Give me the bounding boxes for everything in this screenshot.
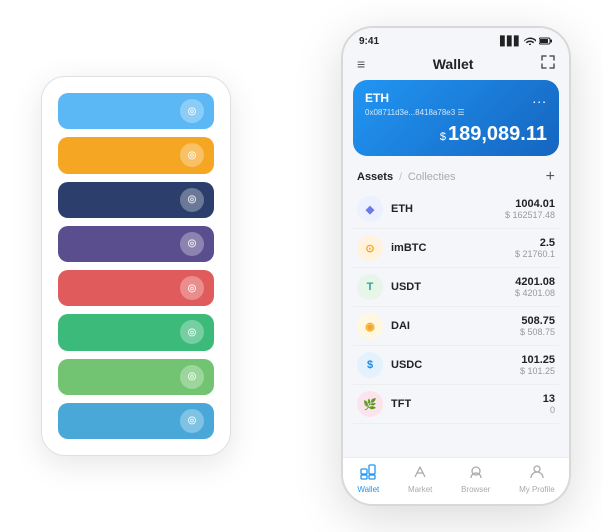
asset-icon-usdc: $ [357, 352, 383, 378]
signal-icon: ▋▋▋ [500, 36, 521, 47]
nav-label-market: Market [408, 485, 432, 494]
tab-assets[interactable]: Assets [357, 171, 393, 183]
back-card-card-red: ◎ [58, 270, 214, 306]
asset-amount: 4201.08 [515, 276, 555, 288]
card-icon: ◎ [180, 276, 204, 300]
back-card-card-green: ◎ [58, 314, 214, 350]
asset-item-eth[interactable]: ◆ ETH1004.01$ 162517.48 [353, 190, 559, 229]
scene: ◎ ◎ ◎ ◎ ◎ ◎ ◎ ◎ 9:41 ▋▋▋ ≡ Wallet [21, 21, 581, 511]
nav-icon-profile [529, 464, 545, 483]
nav-icon-wallet [360, 464, 376, 483]
card-icon: ◎ [180, 409, 204, 433]
asset-item-usdt[interactable]: T USDT4201.08$ 4201.08 [353, 268, 559, 307]
bottom-nav: Wallet Market Browser My Profile [343, 457, 569, 504]
nav-item-browser[interactable]: Browser [461, 464, 490, 494]
eth-card-menu[interactable]: ... [532, 90, 547, 106]
asset-usd: $ 162517.48 [505, 210, 555, 220]
back-phone: ◎ ◎ ◎ ◎ ◎ ◎ ◎ ◎ [41, 76, 231, 456]
back-card-card-orange: ◎ [58, 137, 214, 173]
asset-name-usdc: USDC [391, 359, 520, 371]
asset-list: ◆ ETH1004.01$ 162517.48 ⊙ imBTC2.5$ 21760.1… [343, 190, 569, 457]
eth-card-label: ETH [365, 91, 389, 105]
back-card-card-purple: ◎ [58, 226, 214, 262]
card-icon: ◎ [180, 365, 204, 389]
status-time: 9:41 [359, 36, 379, 47]
asset-usd: $ 101.25 [520, 366, 555, 376]
asset-usd: $ 4201.08 [515, 288, 555, 298]
nav-icon-market [412, 464, 428, 483]
nav-icon-browser [468, 464, 484, 483]
asset-icon-tft: 🌿 [357, 391, 383, 417]
card-icon: ◎ [180, 188, 204, 212]
asset-name-usdt: USDT [391, 281, 515, 293]
asset-icon-eth: ◆ [357, 196, 383, 222]
expand-icon[interactable] [541, 55, 555, 72]
asset-icon-dai: ◉ [357, 313, 383, 339]
asset-name-imbtc: imBTC [391, 242, 515, 254]
card-icon: ◎ [180, 143, 204, 167]
eth-card: ETH ... 0x08711d3e...8418a78e3 ☰ $189,08… [353, 80, 559, 156]
asset-item-dai[interactable]: ◉ DAI508.75$ 508.75 [353, 307, 559, 346]
status-icons: ▋▋▋ [500, 36, 553, 47]
asset-name-dai: DAI [391, 320, 520, 332]
card-icon: ◎ [180, 320, 204, 344]
assets-header: Assets / Collecties + [343, 164, 569, 190]
asset-item-tft[interactable]: 🌿 TFT130 [353, 385, 559, 424]
back-card-card-blue: ◎ [58, 93, 214, 129]
nav-item-market[interactable]: Market [408, 464, 432, 494]
asset-amount: 101.25 [520, 354, 555, 366]
asset-values-usdt: 4201.08$ 4201.08 [515, 276, 555, 298]
nav-label-profile: My Profile [519, 485, 555, 494]
add-asset-button[interactable]: + [546, 168, 555, 186]
eth-card-address: 0x08711d3e...8418a78e3 ☰ [365, 108, 547, 117]
asset-icon-imbtc: ⊙ [357, 235, 383, 261]
asset-item-usdc[interactable]: $ USDC101.25$ 101.25 [353, 346, 559, 385]
nav-label-wallet: Wallet [357, 485, 379, 494]
wifi-icon [524, 36, 536, 47]
status-bar: 9:41 ▋▋▋ [343, 28, 569, 51]
phone-header: ≡ Wallet [343, 51, 569, 80]
assets-tabs: Assets / Collecties [357, 171, 456, 183]
asset-icon-usdt: T [357, 274, 383, 300]
asset-amount: 13 [543, 393, 555, 405]
asset-amount: 2.5 [515, 237, 555, 249]
tab-collecties[interactable]: Collecties [408, 171, 456, 183]
asset-name-eth: ETH [391, 203, 505, 215]
card-icon: ◎ [180, 232, 204, 256]
asset-usd: $ 21760.1 [515, 249, 555, 259]
back-card-card-sky: ◎ [58, 403, 214, 439]
nav-item-profile[interactable]: My Profile [519, 464, 555, 494]
asset-values-tft: 130 [543, 393, 555, 415]
nav-label-browser: Browser [461, 485, 490, 494]
asset-item-imbtc[interactable]: ⊙ imBTC2.5$ 21760.1 [353, 229, 559, 268]
asset-amount: 1004.01 [505, 198, 555, 210]
menu-icon[interactable]: ≡ [357, 56, 365, 72]
back-card-card-dark: ◎ [58, 182, 214, 218]
asset-values-usdc: 101.25$ 101.25 [520, 354, 555, 376]
eth-card-amount: $189,089.11 [365, 123, 547, 146]
asset-values-dai: 508.75$ 508.75 [520, 315, 555, 337]
front-phone: 9:41 ▋▋▋ ≡ Wallet [341, 26, 571, 506]
asset-usd: 0 [543, 405, 555, 415]
card-icon: ◎ [180, 99, 204, 123]
back-card-card-light-green: ◎ [58, 359, 214, 395]
asset-values-imbtc: 2.5$ 21760.1 [515, 237, 555, 259]
asset-amount: 508.75 [520, 315, 555, 327]
asset-usd: $ 508.75 [520, 327, 555, 337]
header-title: Wallet [433, 56, 474, 72]
battery-icon [539, 37, 553, 47]
asset-name-tft: TFT [391, 398, 543, 410]
nav-item-wallet[interactable]: Wallet [357, 464, 379, 494]
asset-values-eth: 1004.01$ 162517.48 [505, 198, 555, 220]
